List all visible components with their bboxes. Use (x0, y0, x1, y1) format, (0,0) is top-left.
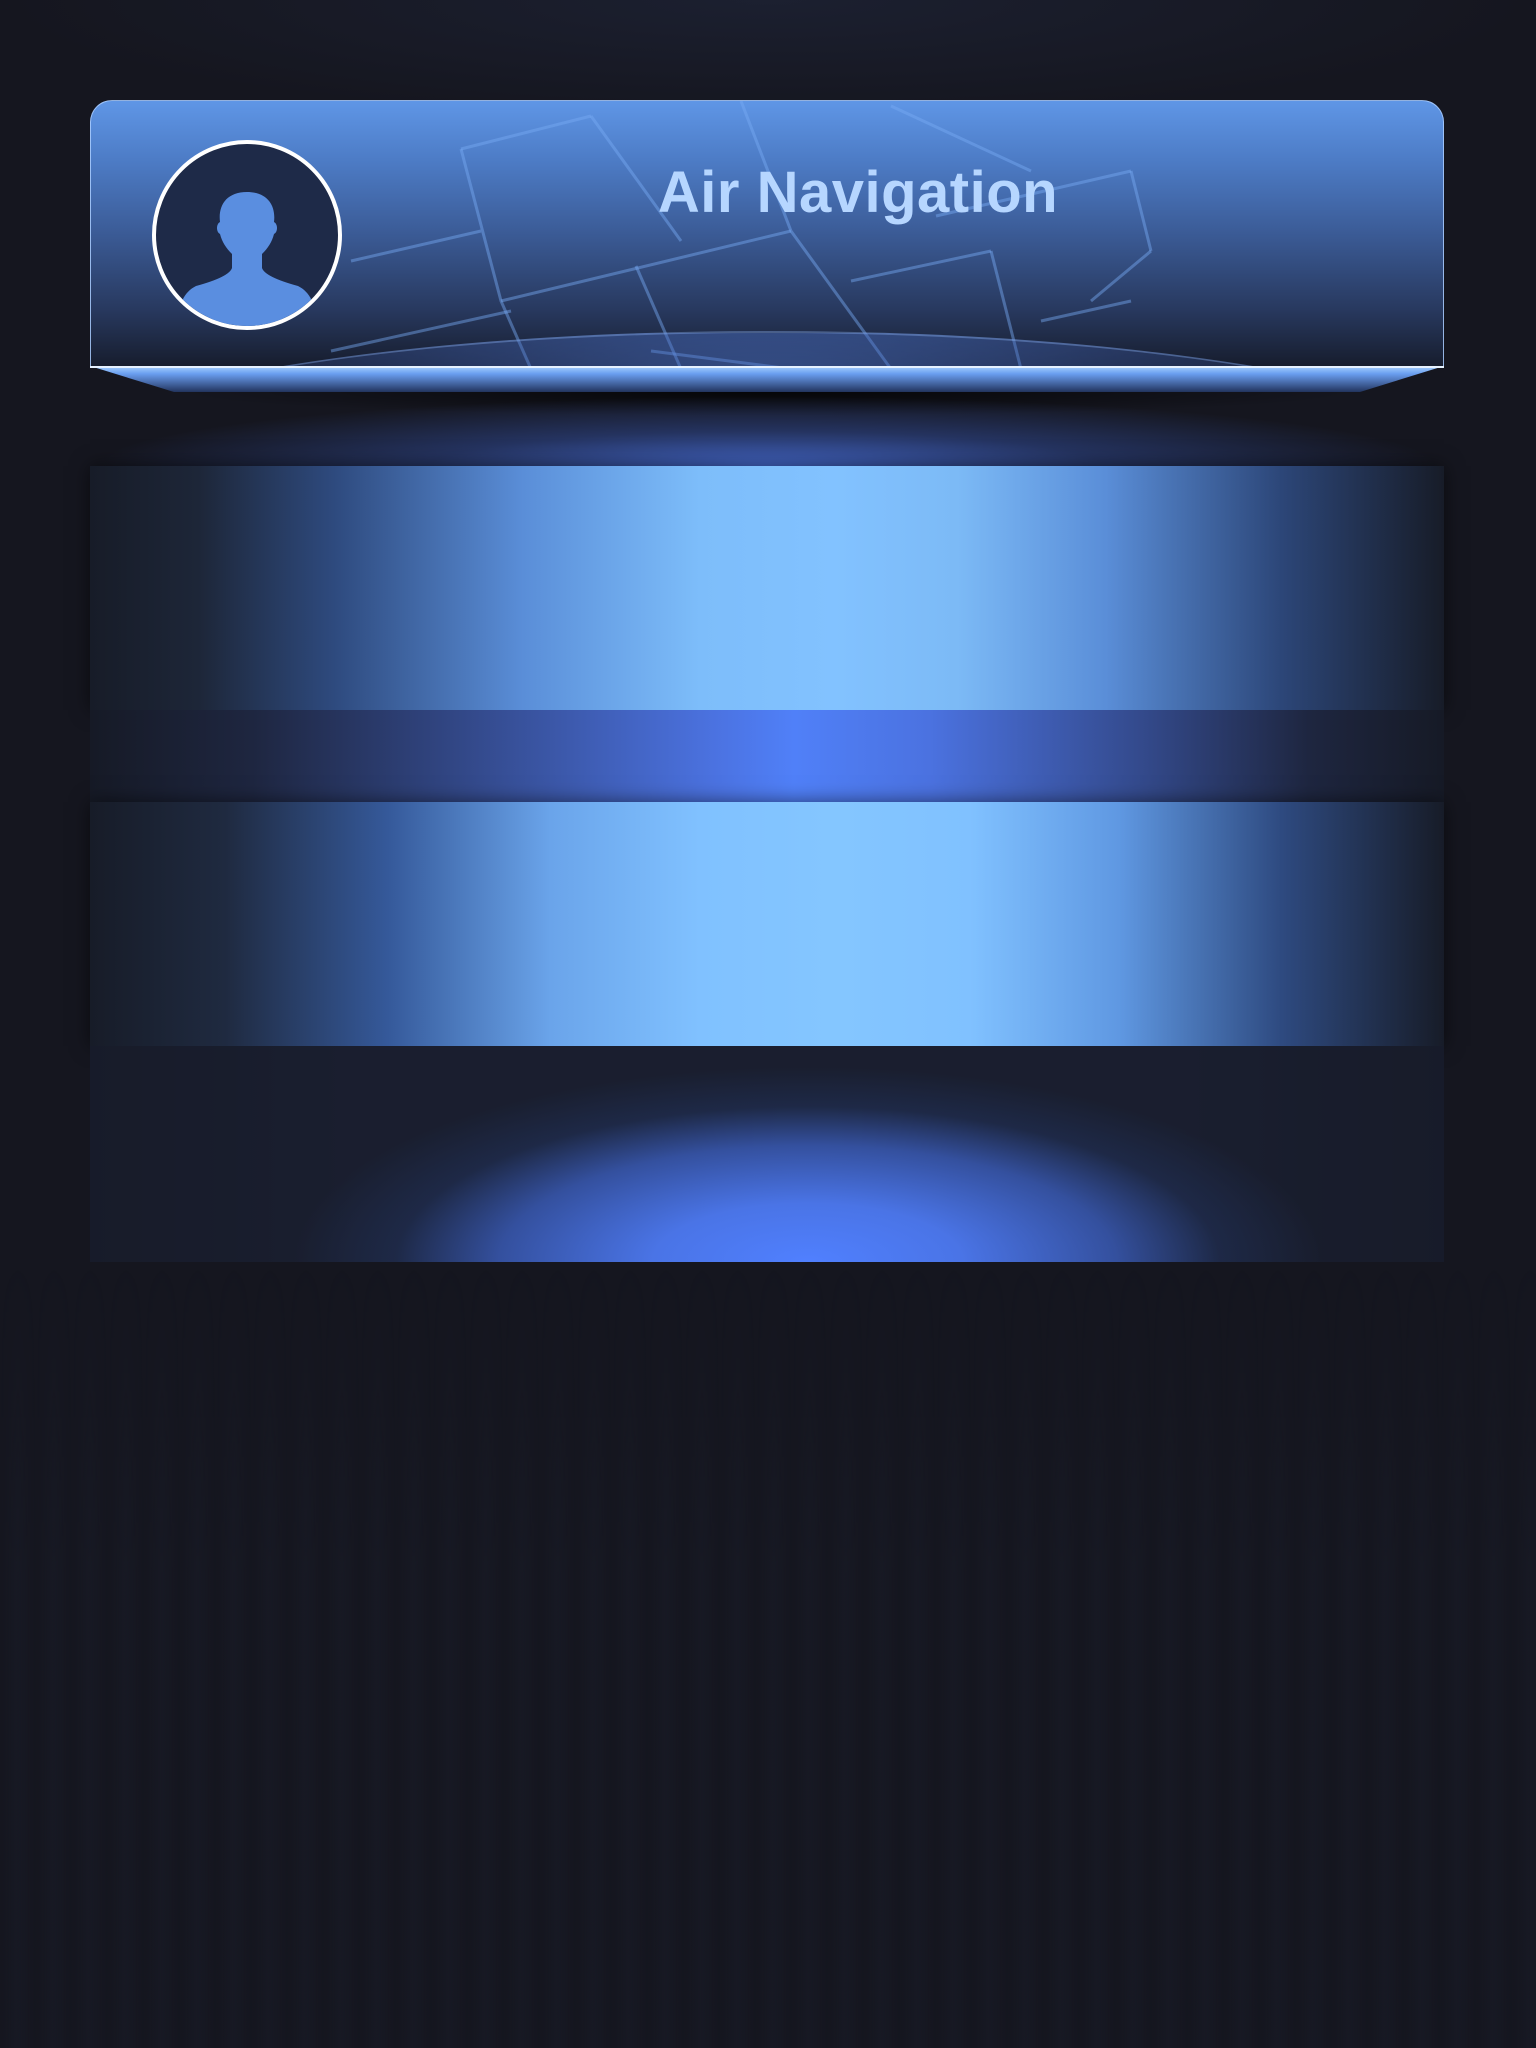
content-band-2 (90, 802, 1444, 1046)
content-band-1 (90, 466, 1444, 710)
upper-glow (90, 396, 1444, 466)
user-silhouette-icon (178, 192, 316, 326)
band-gap-glow (90, 710, 1444, 802)
avatar[interactable] (152, 140, 342, 330)
background-streaks (0, 1260, 1536, 2048)
bottom-glow-panel (90, 1046, 1444, 1262)
